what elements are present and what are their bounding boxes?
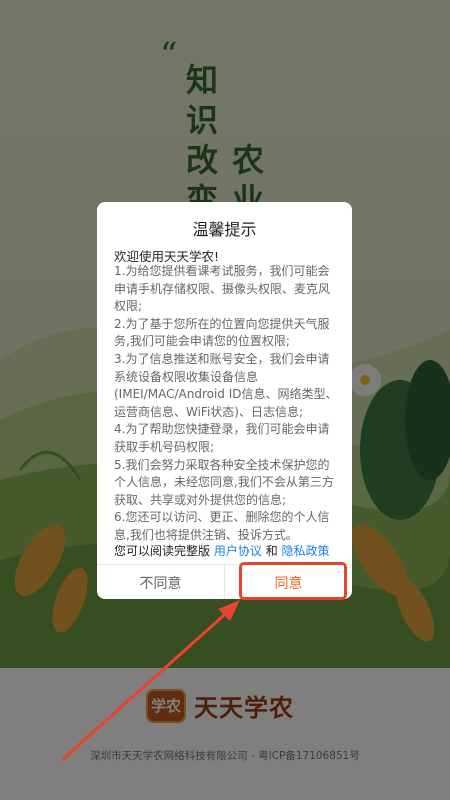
annotation-arrow-icon bbox=[61, 600, 240, 762]
screen: “ 知 识 改 变 农 业 学农 天天学农 深圳市天天学农网络科技有限公司 - … bbox=[0, 0, 450, 800]
